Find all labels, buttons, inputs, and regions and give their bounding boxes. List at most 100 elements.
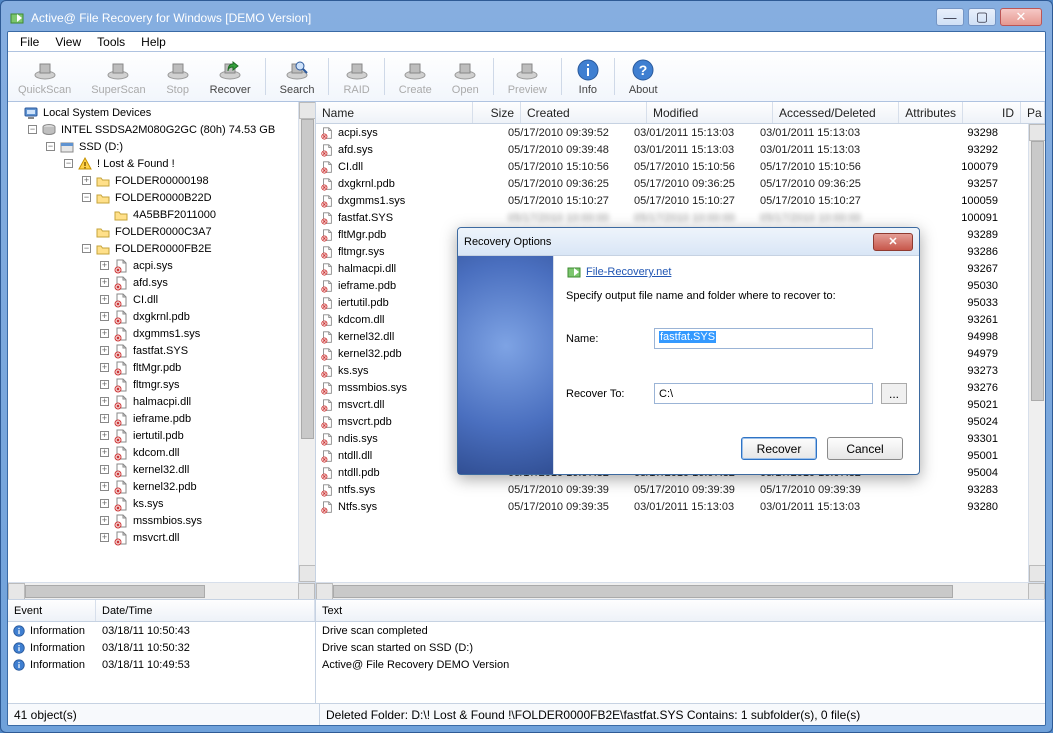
device-tree[interactable]: Local System Devices−INTEL SSDSA2M080G2G… — [8, 102, 298, 582]
menu-file[interactable]: File — [12, 34, 47, 50]
file-header[interactable]: Name Size Created Modified Accessed/Dele… — [316, 102, 1045, 124]
dialog-titlebar[interactable]: Recovery Options ✕ — [458, 228, 919, 256]
col-attributes[interactable]: Attributes — [899, 102, 963, 123]
tree-folder[interactable]: −FOLDER0000FB2E — [10, 240, 298, 257]
file-icon — [320, 177, 334, 191]
tree-file[interactable]: +fltMgr.pdb — [10, 359, 298, 376]
tree-file[interactable]: +fltmgr.sys — [10, 376, 298, 393]
quickscan-icon — [33, 58, 57, 82]
log-row[interactable]: Information03/18/11 10:50:32 — [8, 639, 315, 656]
recover-to-input[interactable] — [654, 383, 873, 404]
toolbar: QuickScan SuperScan Stop Recover Search … — [8, 52, 1045, 102]
tree-file[interactable]: +kdcom.dll — [10, 444, 298, 461]
log-text-row[interactable]: Active@ File Recovery DEMO Version — [316, 656, 1045, 673]
log-left: Event Date/Time Information03/18/11 10:5… — [8, 600, 316, 703]
tree-root[interactable]: Local System Devices — [10, 104, 298, 121]
tree-lostfound[interactable]: −! Lost & Found ! — [10, 155, 298, 172]
tree-volume[interactable]: −SSD (D:) — [10, 138, 298, 155]
tree-file[interactable]: +CI.dll — [10, 291, 298, 308]
file-row[interactable]: ntfs.sys05/17/2010 09:39:3905/17/2010 09… — [316, 481, 1028, 498]
tool-search[interactable]: Search — [270, 52, 325, 101]
minimize-button[interactable]: — — [936, 8, 964, 26]
col-id[interactable]: ID — [963, 102, 1021, 123]
menubar: File View Tools Help — [8, 32, 1045, 52]
col-name[interactable]: Name — [316, 102, 473, 123]
tree-file[interactable]: +ks.sys — [10, 495, 298, 512]
tree-file[interactable]: +kernel32.dll — [10, 461, 298, 478]
file-vscroll[interactable] — [1028, 124, 1045, 582]
dialog-image — [458, 256, 554, 474]
file-row[interactable]: dxgmms1.sys05/17/2010 15:10:2705/17/2010… — [316, 192, 1028, 209]
browse-button[interactable]: ... — [881, 383, 907, 404]
tree-folder[interactable]: −FOLDER0000B22D — [10, 189, 298, 206]
tool-info[interactable]: Info — [566, 52, 610, 101]
col-created[interactable]: Created — [521, 102, 647, 123]
file-row[interactable]: acpi.sys05/17/2010 09:39:5203/01/2011 15… — [316, 124, 1028, 141]
close-button[interactable]: ✕ — [1000, 8, 1042, 26]
file-row[interactable]: dxgkrnl.pdb05/17/2010 09:36:2505/17/2010… — [316, 175, 1028, 192]
file-icon — [320, 279, 334, 293]
tree-hscroll[interactable] — [8, 582, 315, 599]
cancel-button[interactable]: Cancel — [827, 437, 903, 460]
col-accessed[interactable]: Accessed/Deleted — [773, 102, 899, 123]
tree-file[interactable]: +ieframe.pdb — [10, 410, 298, 427]
tree-file[interactable]: +dxgmms1.sys — [10, 325, 298, 342]
menu-tools[interactable]: Tools — [89, 34, 133, 50]
log-row[interactable]: Information03/18/11 10:50:43 — [8, 622, 315, 639]
tree-file[interactable]: +acpi.sys — [10, 257, 298, 274]
tool-about[interactable]: About — [619, 52, 668, 101]
tree-drive[interactable]: −INTEL SSDSA2M080G2GC (80h) 74.53 GB — [10, 121, 298, 138]
log-text-row[interactable]: Drive scan completed — [316, 622, 1045, 639]
tree-file[interactable]: +afd.sys — [10, 274, 298, 291]
tool-raid[interactable]: RAID — [333, 52, 379, 101]
tree-file[interactable]: +halmacpi.dll — [10, 393, 298, 410]
file-row[interactable]: Ntfs.sys05/17/2010 09:39:3503/01/2011 15… — [316, 498, 1028, 515]
titlebar: Active@ File Recovery for Windows [DEMO … — [7, 7, 1046, 31]
toolbar-separator — [614, 58, 615, 95]
file-icon — [320, 483, 334, 497]
recover-button[interactable]: Recover — [741, 437, 817, 460]
tree-folder[interactable]: +FOLDER00000198 — [10, 172, 298, 189]
file-icon — [320, 432, 334, 446]
tool-open[interactable]: Open — [442, 52, 489, 101]
file-row[interactable]: CI.dll05/17/2010 15:10:5605/17/2010 15:1… — [316, 158, 1028, 175]
open-icon — [453, 58, 477, 82]
log-right: Text Drive scan completedDrive scan star… — [316, 600, 1045, 703]
dialog-link[interactable]: File-Recovery.net — [566, 264, 907, 280]
col-pa[interactable]: Pa — [1021, 102, 1045, 123]
file-hscroll[interactable] — [316, 582, 1045, 599]
tool-create[interactable]: Create — [389, 52, 442, 101]
dialog-close-button[interactable]: ✕ — [873, 233, 913, 251]
tool-stop[interactable]: Stop — [156, 52, 200, 101]
tree-file[interactable]: +iertutil.pdb — [10, 427, 298, 444]
log-pane: Event Date/Time Information03/18/11 10:5… — [8, 599, 1045, 703]
maximize-button[interactable]: ▢ — [968, 8, 996, 26]
file-row[interactable]: afd.sys05/17/2010 09:39:4803/01/2011 15:… — [316, 141, 1028, 158]
tree-file[interactable]: +msvcrt.dll — [10, 529, 298, 546]
log-row[interactable]: Information03/18/11 10:49:53 — [8, 656, 315, 673]
file-icon — [320, 381, 334, 395]
tool-recover[interactable]: Recover — [200, 52, 261, 101]
tree-vscroll[interactable] — [298, 102, 315, 582]
log-col-date[interactable]: Date/Time — [96, 600, 315, 621]
log-text-row[interactable]: Drive scan started on SSD (D:) — [316, 639, 1045, 656]
col-size[interactable]: Size — [473, 102, 521, 123]
tree-file[interactable]: +kernel32.pdb — [10, 478, 298, 495]
file-row[interactable]: fastfat.SYS05/17/2010 10:00:0005/17/2010… — [316, 209, 1028, 226]
file-icon — [320, 211, 334, 225]
log-col-text[interactable]: Text — [316, 600, 1045, 621]
tool-preview[interactable]: Preview — [498, 52, 557, 101]
col-modified[interactable]: Modified — [647, 102, 773, 123]
tree-file[interactable]: +dxgkrnl.pdb — [10, 308, 298, 325]
tree-folder[interactable]: FOLDER0000C3A7 — [10, 223, 298, 240]
tree-folder[interactable]: 4A5BBF2011000 — [10, 206, 298, 223]
tool-superscan[interactable]: SuperScan — [81, 52, 155, 101]
log-col-event[interactable]: Event — [8, 600, 96, 621]
tree-file[interactable]: +fastfat.SYS — [10, 342, 298, 359]
tree-file[interactable]: +mssmbios.sys — [10, 512, 298, 529]
tool-quickscan[interactable]: QuickScan — [8, 52, 81, 101]
dialog-prompt: Specify output file name and folder wher… — [566, 290, 907, 302]
link-icon — [566, 264, 582, 280]
menu-help[interactable]: Help — [133, 34, 174, 50]
menu-view[interactable]: View — [47, 34, 89, 50]
